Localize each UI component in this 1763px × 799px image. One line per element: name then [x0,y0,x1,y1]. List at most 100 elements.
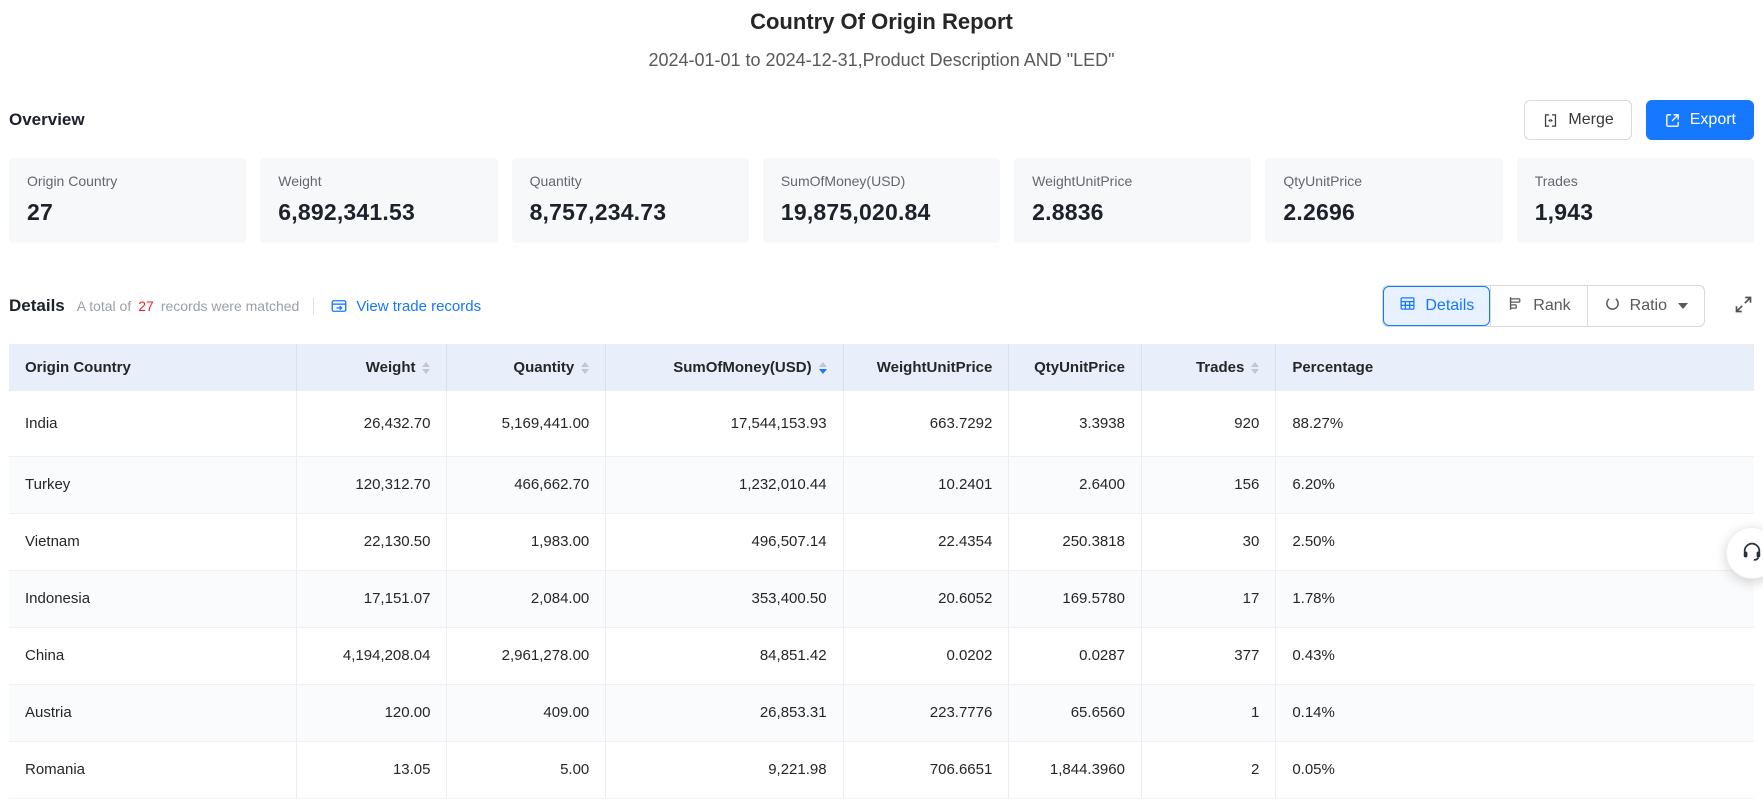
cell-weight: 13.05 [297,741,447,798]
cell-country: Vietnam [9,513,297,570]
export-icon [1664,112,1681,129]
table-row-china: China 4,194,208.04 2,961,278.00 84,851.4… [9,627,1754,684]
cell-weight-unit-price: 0.0202 [843,627,1009,684]
col-header-weight-unit-price: WeightUnitPrice [843,344,1009,391]
cell-country: Turkey [9,456,297,513]
origin-country-table: Origin Country Weight Quantity SumOfMone… [9,344,1754,799]
stat-label: Trades [1535,173,1736,189]
table-row-vietnam: Vietnam 22,130.50 1,983.00 496,507.14 22… [9,513,1754,570]
cell-qty-unit-price: 0.0287 [1009,627,1142,684]
cell-weight-unit-price: 706.6651 [843,741,1009,798]
stat-card-quantity: Quantity 8,757,234.73 [512,158,749,243]
stat-value: 27 [27,199,228,226]
stat-label: Weight [278,173,479,189]
fullscreen-button[interactable] [1733,294,1754,318]
cell-weight: 4,194,208.04 [297,627,447,684]
cell-qty-unit-price: 1,844.3960 [1009,741,1142,798]
cell-weight-unit-price: 223.7776 [843,684,1009,741]
cell-weight: 120,312.70 [297,456,447,513]
details-heading: Details [9,296,65,316]
overview-heading: Overview [9,110,85,130]
merge-cells-icon [1542,112,1559,129]
rank-bars-icon [1507,295,1524,317]
cell-trades: 156 [1141,456,1275,513]
cell-percentage: 88.27% [1276,391,1754,456]
tab-ratio[interactable]: Ratio [1587,286,1704,326]
cell-weight-unit-price: 20.6052 [843,570,1009,627]
view-toggle-group: Details Rank [1382,285,1705,327]
overview-actions: Merge Export [1524,100,1754,140]
stat-value: 19,875,020.84 [781,199,982,226]
cell-trades: 17 [1141,570,1275,627]
col-header-sum-of-money[interactable]: SumOfMoney(USD) [606,344,843,391]
view-trade-records-link[interactable]: View trade records [330,297,481,315]
matched-records-text: A total of27records were matched [77,298,300,314]
cell-quantity: 466,662.70 [447,456,606,513]
table-row-turkey: Turkey 120,312.70 466,662.70 1,232,010.4… [9,456,1754,513]
stat-label: QtyUnitPrice [1283,173,1484,189]
cell-trades: 2 [1141,741,1275,798]
stat-card-origin-country: Origin Country 27 [9,158,246,243]
cell-qty-unit-price: 169.5780 [1009,570,1142,627]
report-filter-subtitle: 2024-01-01 to 2024-12-31,Product Descrip… [0,48,1763,72]
stat-value: 8,757,234.73 [530,199,731,226]
table-view-icon [1399,295,1416,317]
cell-percentage: 0.43% [1276,627,1754,684]
cell-quantity: 5,169,441.00 [447,391,606,456]
view-trade-records-label: View trade records [356,298,481,315]
cell-quantity: 2,961,278.00 [447,627,606,684]
stat-card-weight-unit-price: WeightUnitPrice 2.8836 [1014,158,1251,243]
cell-percentage: 0.14% [1276,684,1754,741]
cell-quantity: 5.00 [447,741,606,798]
tab-rank-label: Rank [1533,297,1570,315]
sort-icon[interactable] [422,362,430,374]
cell-weight: 26,432.70 [297,391,447,456]
cell-sum-of-money: 26,853.31 [606,684,843,741]
cell-country: Romania [9,741,297,798]
stat-label: WeightUnitPrice [1032,173,1233,189]
sort-icon[interactable] [581,362,589,374]
cell-qty-unit-price: 250.3818 [1009,513,1142,570]
sort-icon-active-desc[interactable] [819,362,827,374]
table-row-austria: Austria 120.00 409.00 26,853.31 223.7776… [9,684,1754,741]
overview-bar: Overview Merge [9,100,1754,140]
cell-weight-unit-price: 10.2401 [843,456,1009,513]
table-row-india: India 26,432.70 5,169,441.00 17,544,153.… [9,391,1754,456]
cell-percentage: 0.05% [1276,741,1754,798]
cell-weight-unit-price: 22.4354 [843,513,1009,570]
col-header-weight[interactable]: Weight [297,344,447,391]
cell-country: India [9,391,297,456]
sort-icon[interactable] [1251,362,1259,374]
stat-label: Quantity [530,173,731,189]
details-summary: Details A total of27records were matched… [9,296,481,316]
cell-country: China [9,627,297,684]
cell-country: Austria [9,684,297,741]
cell-quantity: 2,084.00 [447,570,606,627]
cell-sum-of-money: 496,507.14 [606,513,843,570]
export-button[interactable]: Export [1646,100,1754,140]
cell-percentage: 1.78% [1276,570,1754,627]
fullscreen-expand-icon [1733,294,1754,318]
cell-trades: 1 [1141,684,1275,741]
merge-button[interactable]: Merge [1524,100,1631,140]
stat-label: Origin Country [27,173,228,189]
cell-weight: 17,151.07 [297,570,447,627]
matched-count: 27 [138,298,154,314]
tab-details-label: Details [1425,297,1474,315]
report-content: Overview Merge [0,100,1763,799]
details-bar: Details A total of27records were matched… [9,285,1754,327]
export-button-label: Export [1690,111,1736,129]
stat-card-qty-unit-price: QtyUnitPrice 2.2696 [1265,158,1502,243]
stat-card-weight: Weight 6,892,341.53 [260,158,497,243]
cell-weight-unit-price: 663.7292 [843,391,1009,456]
col-header-trades[interactable]: Trades [1141,344,1275,391]
stat-value: 6,892,341.53 [278,199,479,226]
cell-trades: 377 [1141,627,1275,684]
cell-percentage: 6.20% [1276,456,1754,513]
tab-ratio-label: Ratio [1630,297,1667,315]
col-header-qty-unit-price: QtyUnitPrice [1009,344,1142,391]
col-header-quantity[interactable]: Quantity [447,344,606,391]
tab-rank[interactable]: Rank [1490,286,1586,326]
tab-details[interactable]: Details [1383,286,1490,326]
col-header-origin-country: Origin Country [9,344,297,391]
